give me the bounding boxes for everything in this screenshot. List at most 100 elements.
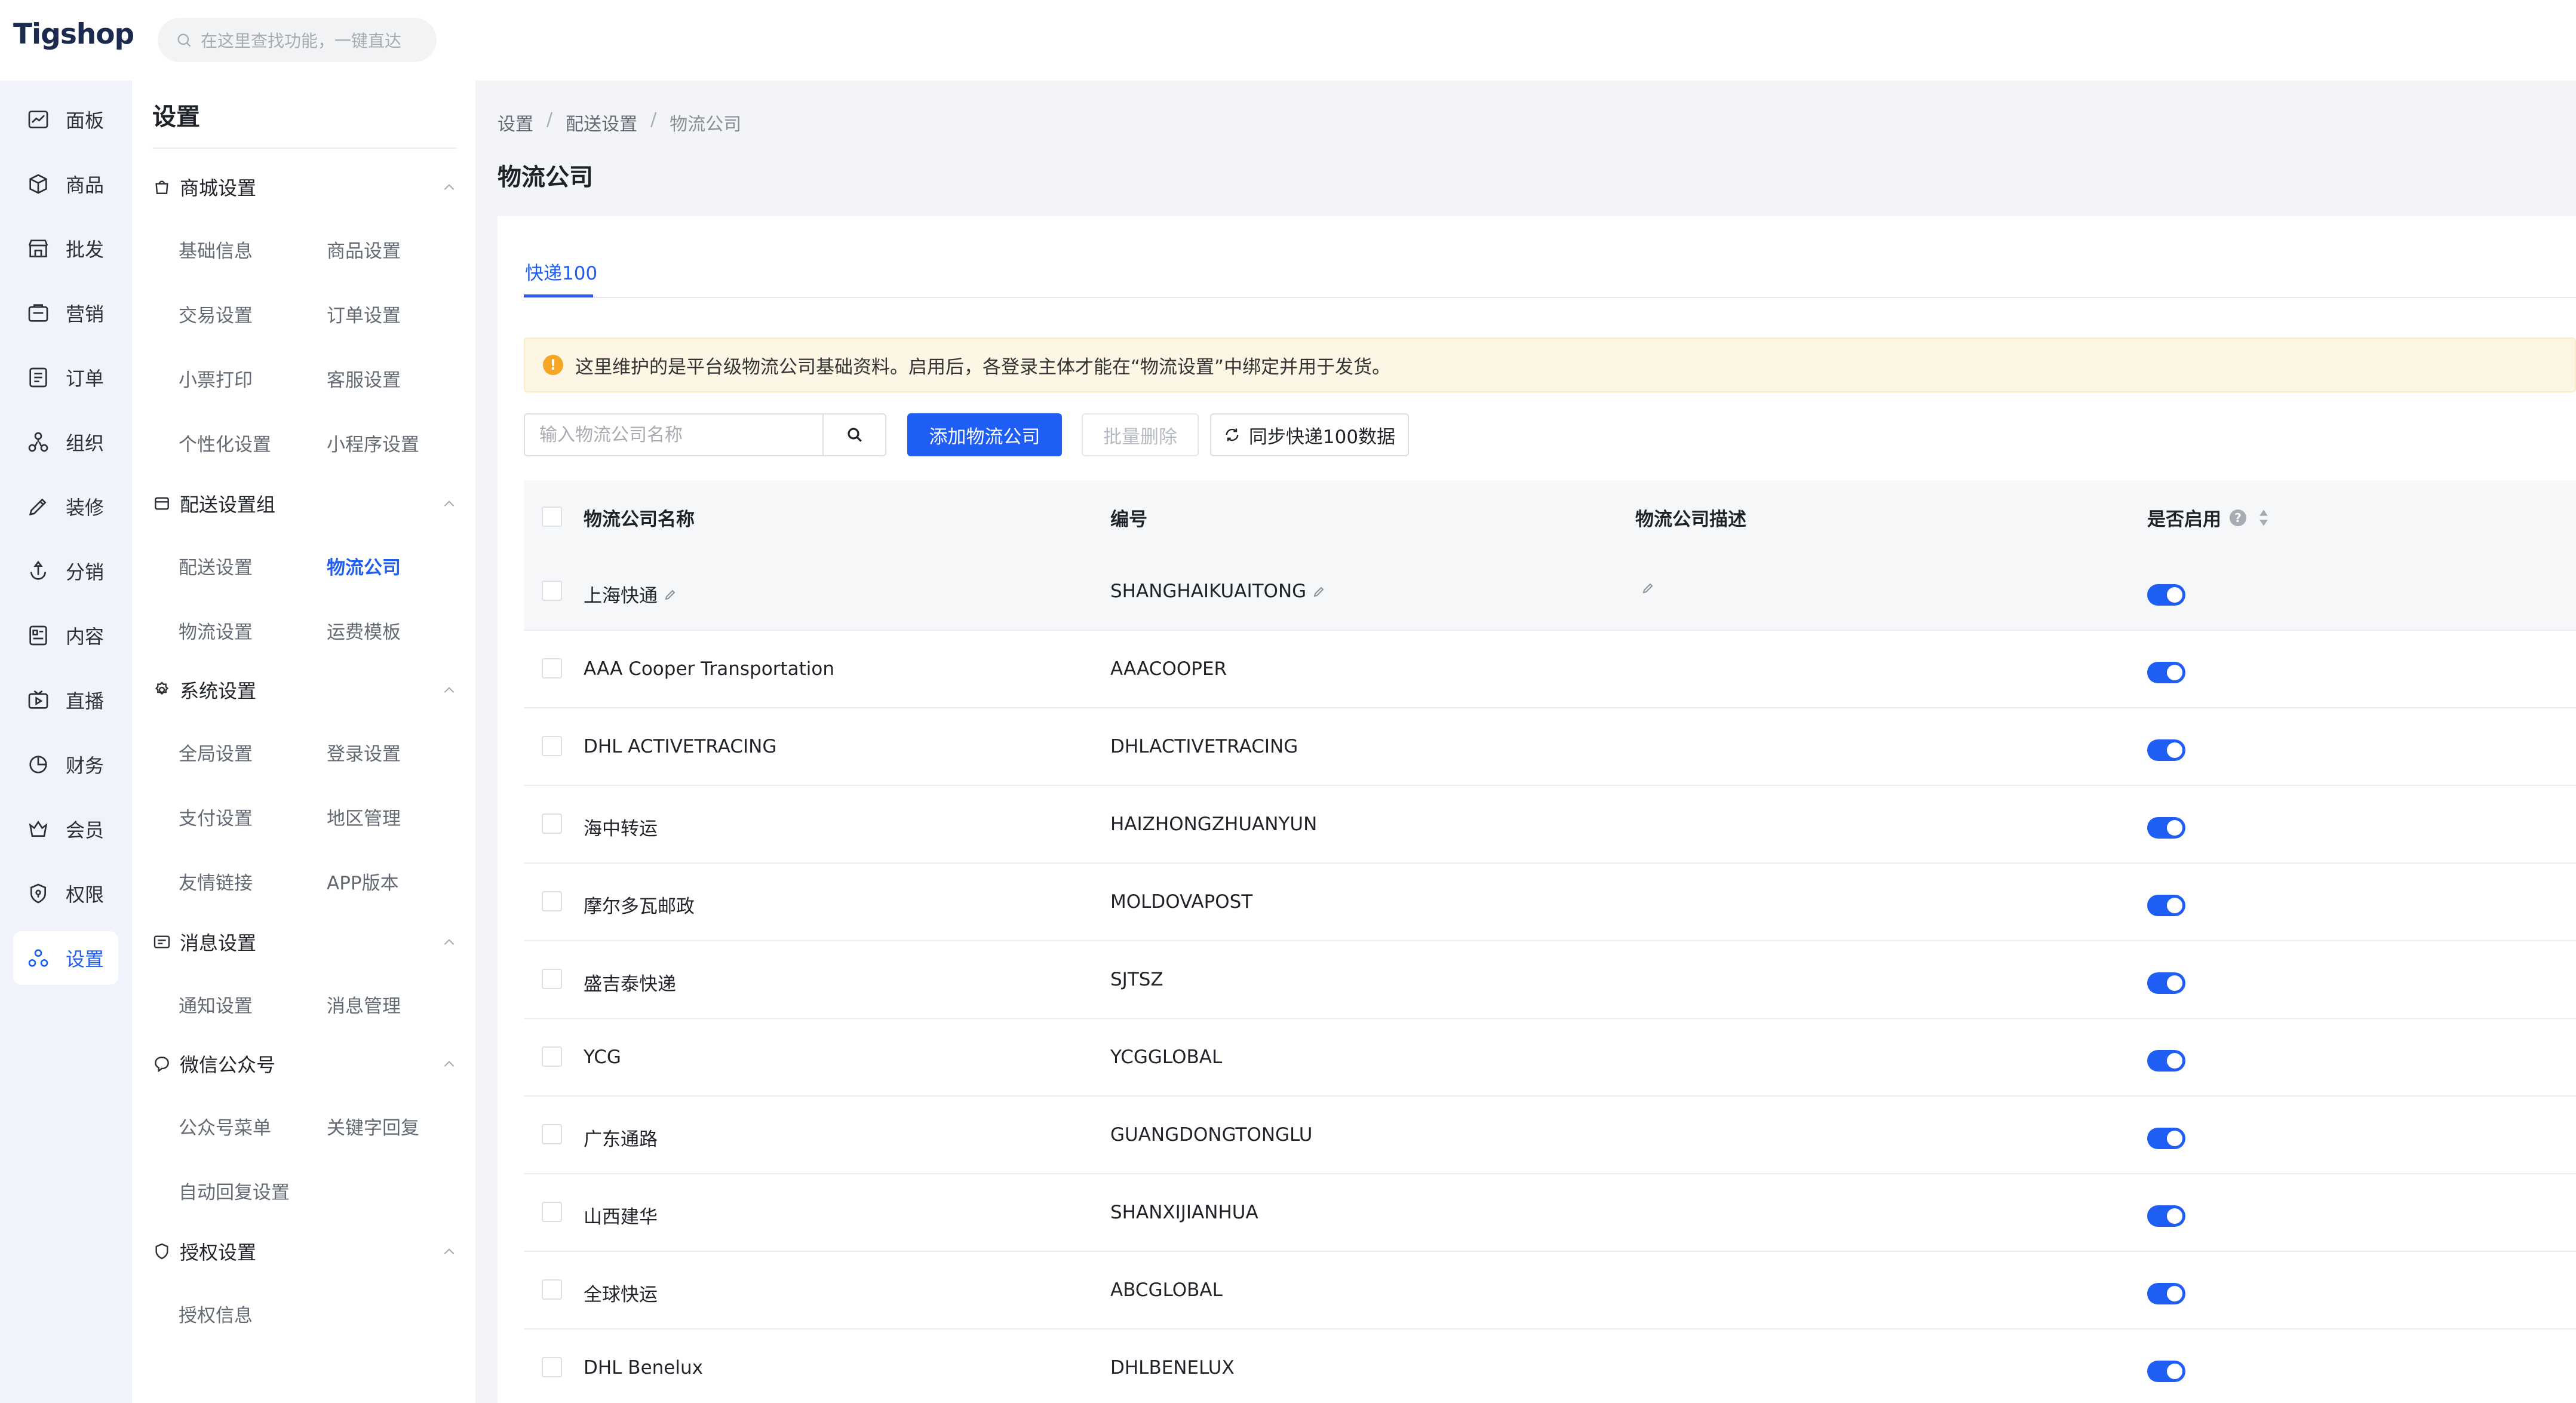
row-checkbox[interactable]: [542, 658, 562, 679]
submenu-link[interactable]: 支付设置: [179, 803, 253, 830]
submenu-link[interactable]: APP版本: [327, 868, 399, 895]
row-checkbox[interactable]: [542, 813, 562, 834]
submenu-link[interactable]: 交易设置: [179, 300, 253, 327]
chevron-up-icon[interactable]: [441, 1057, 457, 1072]
submenu-link[interactable]: 自动回复设置: [179, 1177, 290, 1204]
sort-icon[interactable]: [2257, 508, 2270, 528]
table-row[interactable]: 山西建华 SHANXIJIANHUA: [524, 1174, 2576, 1252]
row-checkbox[interactable]: [542, 1357, 562, 1377]
submenu-link[interactable]: 个性化设置: [179, 429, 271, 456]
submenu-link[interactable]: 运费模板: [327, 617, 401, 644]
sync-kuaidi100-button[interactable]: 同步快递100数据: [1210, 413, 1409, 456]
submenu-link[interactable]: 全局设置: [179, 739, 253, 766]
table-row[interactable]: DHL Benelux DHLBENELUX: [524, 1330, 2576, 1403]
table-row[interactable]: 摩尔多瓦邮政 MOLDOVAPOST: [524, 864, 2576, 941]
edit-icon[interactable]: [1641, 581, 1656, 595]
submenu-group-delivery[interactable]: 配送设置组: [152, 487, 457, 520]
nav-item-decoration[interactable]: 装修: [13, 480, 118, 533]
select-all-checkbox[interactable]: [542, 506, 562, 527]
chevron-up-icon[interactable]: [441, 180, 457, 195]
nav-item-finance[interactable]: 财务: [13, 738, 118, 791]
company-search-field[interactable]: [524, 413, 822, 456]
chevron-up-icon[interactable]: [441, 935, 457, 950]
nav-item-settings[interactable]: 设置: [13, 931, 118, 985]
table-row[interactable]: AAA Cooper Transportation AAACOOPER: [524, 631, 2576, 708]
nav-item-product[interactable]: 商品: [13, 157, 118, 211]
submenu-group-system[interactable]: 系统设置: [152, 673, 457, 707]
table-row[interactable]: 盛吉泰快递 SJTSZ: [524, 941, 2576, 1019]
submenu-link[interactable]: 关键字回复: [327, 1113, 419, 1140]
breadcrumb-item[interactable]: 设置: [498, 109, 533, 136]
enabled-switch[interactable]: [2147, 1050, 2185, 1072]
add-company-button[interactable]: 添加物流公司: [907, 413, 1062, 456]
submenu-link[interactable]: 公众号菜单: [179, 1113, 271, 1140]
batch-delete-button[interactable]: 批量删除: [1082, 413, 1199, 456]
nav-item-content[interactable]: 内容: [13, 609, 118, 662]
enabled-switch[interactable]: [2147, 584, 2185, 606]
submenu-link[interactable]: 小票打印: [179, 365, 253, 392]
company-search-input[interactable]: [539, 424, 822, 446]
table-row[interactable]: 全球快运 ABCGLOBAL: [524, 1252, 2576, 1330]
enabled-switch[interactable]: [2147, 662, 2185, 683]
row-checkbox[interactable]: [542, 969, 562, 989]
enabled-switch[interactable]: [2147, 1283, 2185, 1304]
submenu-link[interactable]: 友情链接: [179, 868, 253, 895]
nav-item-organization[interactable]: 组织: [13, 415, 118, 469]
edit-icon[interactable]: [664, 587, 678, 601]
submenu-link[interactable]: 地区管理: [327, 803, 401, 830]
chevron-up-icon[interactable]: [441, 683, 457, 698]
enabled-switch[interactable]: [2147, 895, 2185, 916]
breadcrumb-item[interactable]: 配送设置: [566, 109, 637, 136]
row-checkbox[interactable]: [542, 736, 562, 756]
table-row[interactable]: DHL ACTIVETRACING DHLACTIVETRACING: [524, 708, 2576, 786]
submenu-link[interactable]: 订单设置: [327, 300, 401, 327]
submenu-group-message[interactable]: 消息设置: [152, 925, 457, 959]
enabled-switch[interactable]: [2147, 817, 2185, 839]
nav-item-marketing[interactable]: 营销: [13, 286, 118, 340]
row-checkbox[interactable]: [542, 581, 562, 601]
submenu-link[interactable]: 授权信息: [179, 1300, 253, 1327]
submenu-link-active[interactable]: 物流公司: [327, 552, 401, 579]
nav-item-member[interactable]: 会员: [13, 802, 118, 856]
row-checkbox[interactable]: [542, 1124, 562, 1144]
table-row[interactable]: YCG YCGGLOBAL: [524, 1019, 2576, 1097]
submenu-link[interactable]: 物流设置: [179, 617, 253, 644]
submenu-link[interactable]: 商品设置: [327, 236, 401, 263]
nav-item-distribution[interactable]: 分销: [13, 544, 118, 598]
table-row[interactable]: 海中转运 HAIZHONGZHUANYUN: [524, 786, 2576, 864]
tab-kuaidi100[interactable]: 快递100: [525, 258, 597, 285]
enabled-switch[interactable]: [2147, 1361, 2185, 1382]
table-row[interactable]: 广东通路 GUANGDONGTONGLU: [524, 1097, 2576, 1174]
edit-icon[interactable]: [1312, 584, 1327, 598]
search-button[interactable]: [822, 413, 886, 456]
nav-item-live[interactable]: 直播: [13, 673, 118, 727]
enabled-switch[interactable]: [2147, 1128, 2185, 1149]
submenu-group-wechat[interactable]: 微信公众号: [152, 1047, 457, 1080]
submenu-link[interactable]: 消息管理: [327, 991, 401, 1018]
submenu-link[interactable]: 通知设置: [179, 991, 253, 1018]
enabled-switch[interactable]: [2147, 1205, 2185, 1227]
chevron-up-icon[interactable]: [441, 1244, 457, 1260]
enabled-switch[interactable]: [2147, 739, 2185, 761]
nav-item-permission[interactable]: 权限: [13, 867, 118, 920]
row-checkbox[interactable]: [542, 1202, 562, 1222]
submenu-link[interactable]: 配送设置: [179, 552, 253, 579]
submenu-group-mall[interactable]: 商城设置: [152, 170, 457, 204]
nav-item-wholesale[interactable]: 批发: [13, 222, 118, 275]
nav-item-dashboard[interactable]: 面板: [13, 93, 118, 146]
row-checkbox[interactable]: [542, 1279, 562, 1300]
submenu-group-license[interactable]: 授权设置: [152, 1235, 457, 1268]
row-checkbox[interactable]: [542, 1046, 562, 1067]
help-icon[interactable]: ?: [2230, 509, 2246, 526]
brand-logo[interactable]: Tigshop: [13, 18, 134, 51]
nav-item-order[interactable]: 订单: [13, 351, 118, 404]
submenu-link[interactable]: 基础信息: [179, 236, 253, 263]
submenu-link[interactable]: 小程序设置: [327, 429, 419, 456]
global-search[interactable]: 在这里查找功能，一键直达: [158, 18, 437, 62]
row-checkbox[interactable]: [542, 891, 562, 911]
submenu-link[interactable]: 客服设置: [327, 365, 401, 392]
chevron-up-icon[interactable]: [441, 496, 457, 512]
submenu-link[interactable]: 登录设置: [327, 739, 401, 766]
enabled-switch[interactable]: [2147, 972, 2185, 994]
table-row[interactable]: 上海快通 SHANGHAIKUAITONG: [524, 553, 2576, 631]
